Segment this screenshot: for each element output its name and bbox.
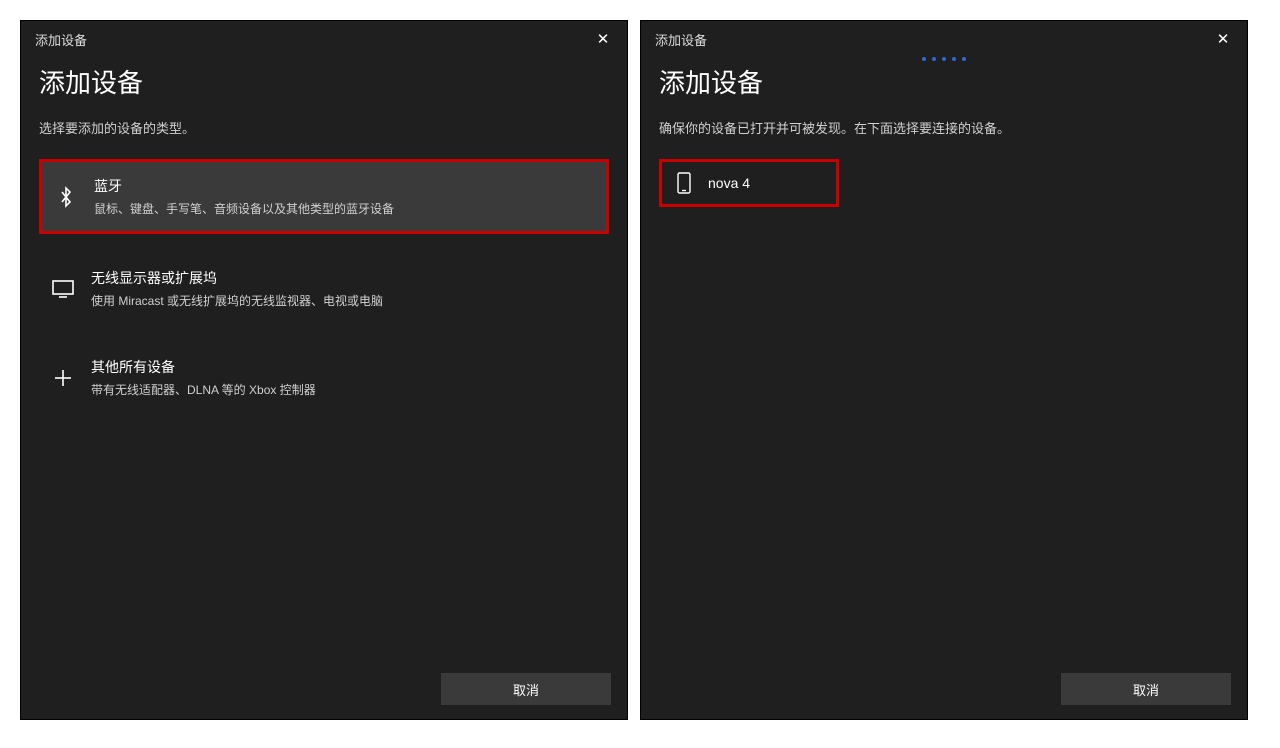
window-title: 添加设备 <box>35 30 87 49</box>
close-button[interactable]: ✕ <box>589 25 617 53</box>
page-subtitle: 确保你的设备已打开并可被发现。在下面选择要连接的设备。 <box>659 118 1229 137</box>
option-desc: 带有无线适配器、DLNA 等的 Xbox 控制器 <box>91 381 316 398</box>
option-other-devices[interactable]: 其他所有设备 带有无线适配器、DLNA 等的 Xbox 控制器 <box>39 343 609 412</box>
option-bluetooth[interactable]: 蓝牙 鼠标、键盘、手写笔、音频设备以及其他类型的蓝牙设备 <box>39 159 609 234</box>
dialog-content: 添加设备 选择要添加的设备的类型。 蓝牙 鼠标、键盘、手写笔、音频设备以及其他类… <box>21 57 627 659</box>
add-device-dialog-type: 添加设备 ✕ 添加设备 选择要添加的设备的类型。 蓝牙 鼠标、键盘、手写笔、音频… <box>20 20 628 720</box>
cancel-button[interactable]: 取消 <box>1061 673 1231 705</box>
close-icon: ✕ <box>1217 30 1230 48</box>
option-text: 无线显示器或扩展坞 使用 Miracast 或无线扩展坞的无线监视器、电视或电脑 <box>91 268 383 309</box>
close-button[interactable]: ✕ <box>1209 25 1237 53</box>
option-wireless-display[interactable]: 无线显示器或扩展坞 使用 Miracast 或无线扩展坞的无线监视器、电视或电脑 <box>39 254 609 323</box>
window-title: 添加设备 <box>655 30 707 49</box>
option-title: 蓝牙 <box>94 176 394 196</box>
phone-icon <box>672 172 696 194</box>
option-desc: 使用 Miracast 或无线扩展坞的无线监视器、电视或电脑 <box>91 292 383 309</box>
bluetooth-icon <box>52 186 80 208</box>
page-title: 添加设备 <box>659 63 1229 100</box>
option-desc: 鼠标、键盘、手写笔、音频设备以及其他类型的蓝牙设备 <box>94 200 394 217</box>
dialog-footer: 取消 <box>21 659 627 719</box>
device-item[interactable]: nova 4 <box>659 159 839 207</box>
option-title: 无线显示器或扩展坞 <box>91 268 383 288</box>
page-subtitle: 选择要添加的设备的类型。 <box>39 118 609 137</box>
add-device-dialog-discover: 添加设备 ✕ 添加设备 确保你的设备已打开并可被发现。在下面选择要连接的设备。 … <box>640 20 1248 720</box>
option-text: 其他所有设备 带有无线适配器、DLNA 等的 Xbox 控制器 <box>91 357 316 398</box>
monitor-icon <box>49 280 77 298</box>
device-name: nova 4 <box>708 175 750 191</box>
option-text: 蓝牙 鼠标、键盘、手写笔、音频设备以及其他类型的蓝牙设备 <box>94 176 394 217</box>
dialog-content: 添加设备 确保你的设备已打开并可被发现。在下面选择要连接的设备。 nova 4 <box>641 57 1247 659</box>
cancel-button[interactable]: 取消 <box>441 673 611 705</box>
dialog-footer: 取消 <box>641 659 1247 719</box>
loading-indicator <box>922 57 966 61</box>
plus-icon <box>49 368 77 388</box>
close-icon: ✕ <box>597 30 610 48</box>
titlebar: 添加设备 ✕ <box>641 21 1247 57</box>
option-title: 其他所有设备 <box>91 357 316 377</box>
titlebar: 添加设备 ✕ <box>21 21 627 57</box>
page-title: 添加设备 <box>39 63 609 100</box>
